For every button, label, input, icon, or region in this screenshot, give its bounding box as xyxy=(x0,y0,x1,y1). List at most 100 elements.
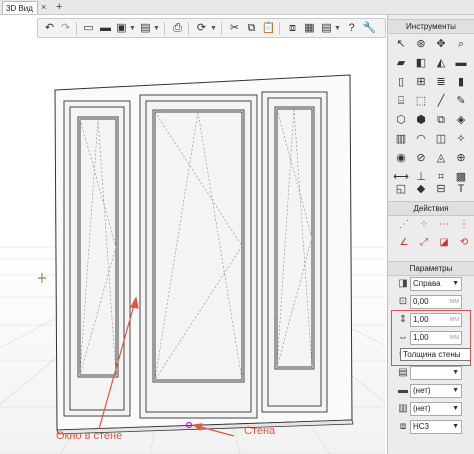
mesh-tool-icon[interactable]: ⧉ xyxy=(433,112,449,128)
copy-icon[interactable]: ⧉ xyxy=(244,21,259,36)
angle-action-icon[interactable]: ∠ xyxy=(396,235,412,251)
room-tool-icon[interactable]: ⬡ xyxy=(393,112,409,128)
curtain-tool-icon[interactable]: ▥ xyxy=(393,131,409,147)
text-tool-icon[interactable]: T xyxy=(453,181,469,197)
axis-marker xyxy=(38,273,46,283)
close-tab-icon[interactable]: × xyxy=(41,1,51,13)
actions-section-title: Действия xyxy=(388,201,474,216)
figure-tool-icon[interactable]: ◱ xyxy=(393,181,409,197)
join-action-icon[interactable]: ⁘ xyxy=(416,217,432,233)
window-left-sash xyxy=(63,100,131,417)
layer-name-icon: ⧈ xyxy=(399,421,407,432)
split-action-icon[interactable]: ⋰ xyxy=(396,217,412,233)
save-as-icon[interactable]: ▤ xyxy=(138,21,153,36)
annotation-window-label: Окно в стене xyxy=(56,430,123,442)
orbit-tool-icon[interactable]: ⊛ xyxy=(413,36,429,52)
new-file-icon[interactable]: ▭ xyxy=(81,21,96,36)
help-icon[interactable]: ? xyxy=(344,21,359,36)
line-tool-icon[interactable]: ╱ xyxy=(433,93,449,109)
layer-name-value: НС3 xyxy=(413,422,430,431)
toolbar-separator xyxy=(164,22,165,35)
settings-wrench-icon[interactable]: 🔧 xyxy=(362,21,377,36)
offset-value: 0,00 xyxy=(413,297,429,306)
mirror-action-icon[interactable]: ◪ xyxy=(436,235,452,251)
zoom-tool-icon[interactable]: ⌕ xyxy=(453,36,469,52)
rotate-action-icon[interactable]: ⟲ xyxy=(456,235,472,251)
detail-tool-icon[interactable]: ⊕ xyxy=(453,150,469,166)
chevron-down-icon: ▼ xyxy=(452,423,459,430)
skylight-tool-icon[interactable]: ◫ xyxy=(433,131,449,147)
elevation-tool-icon[interactable]: ◬ xyxy=(433,150,449,166)
toolbar-separator xyxy=(188,22,189,35)
right-panel: Инструменты ↖ ⊛ ✥ ⌕ ▰ ◧ ◭ ▬ ▯ ⊞ ≣ ▮ ⌸ ⬚ … xyxy=(387,15,474,454)
redo-icon[interactable]: ↷ xyxy=(58,21,73,36)
pencil-tool-icon[interactable]: ✎ xyxy=(453,93,469,109)
layer-name-select[interactable]: НС3 ▼ xyxy=(410,420,462,434)
offset-unit: мм xyxy=(449,298,459,305)
side-icon: ◨ xyxy=(398,278,408,289)
tab-3d-view-label: 3D Вид xyxy=(6,4,33,13)
fill-icon: ▥ xyxy=(398,403,408,414)
beam-tool-icon[interactable]: ▬ xyxy=(453,55,469,71)
save-dropdown-icon[interactable]: ▼ xyxy=(129,21,136,36)
chevron-down-icon: ▼ xyxy=(452,387,459,394)
camera-tool-icon[interactable]: ◉ xyxy=(393,150,409,166)
toolbar-separator xyxy=(279,22,280,35)
add-tab-icon[interactable]: + xyxy=(56,0,68,14)
slab-tool-icon[interactable]: ◧ xyxy=(413,55,429,71)
layer-value-field[interactable]: ▼ xyxy=(410,366,462,380)
fill-select[interactable]: (нет) ▼ xyxy=(410,402,462,416)
undo-icon[interactable]: ↶ xyxy=(42,21,57,36)
rotate-view-icon[interactable]: ⟳ xyxy=(194,21,209,36)
window-right-sash xyxy=(261,91,328,413)
library-icon[interactable]: ▤ xyxy=(319,21,334,36)
column-tool-icon[interactable]: ▮ xyxy=(453,74,469,90)
paste-icon[interactable]: 📋 xyxy=(261,21,276,36)
offset-action-icon[interactable]: ⋯ xyxy=(436,217,452,233)
save-icon[interactable]: ▣ xyxy=(114,21,129,36)
library-dropdown-icon[interactable]: ▼ xyxy=(334,21,341,36)
scene-canvas xyxy=(0,74,385,454)
offset-icon: ⊡ xyxy=(398,296,408,307)
side-select[interactable]: Справа ▼ xyxy=(410,277,462,291)
pan-tool-icon[interactable]: ✥ xyxy=(433,36,449,52)
pen-select-value: (нет) xyxy=(413,386,431,395)
window-tool-icon[interactable]: ⊞ xyxy=(413,74,429,90)
annotation-wall-label: Стена xyxy=(244,425,276,437)
cut-icon[interactable]: ✂ xyxy=(227,21,242,36)
properties-icon[interactable]: ▦ xyxy=(302,21,317,36)
pen-select[interactable]: (нет) ▼ xyxy=(410,384,462,398)
chevron-down-icon: ▼ xyxy=(452,369,459,376)
chevron-down-icon: ▼ xyxy=(452,280,459,287)
wall-tool-icon[interactable]: ▰ xyxy=(393,55,409,71)
open-folder-icon[interactable]: ▬ xyxy=(98,21,113,36)
section-tool-icon[interactable]: ⊘ xyxy=(413,150,429,166)
lamp-tool-icon[interactable]: ✧ xyxy=(453,131,469,147)
zone-tool-icon[interactable]: ⬢ xyxy=(413,112,429,128)
toolbar-separator xyxy=(221,22,222,35)
tab-3d-view[interactable]: 3D Вид xyxy=(2,1,38,14)
morph-tool-icon[interactable]: ◈ xyxy=(453,112,469,128)
rotate-dropdown-icon[interactable]: ▼ xyxy=(210,21,217,36)
select-cursor-icon[interactable]: ↖ xyxy=(393,36,409,52)
shell-tool-icon[interactable]: ◠ xyxy=(413,131,429,147)
door-tool-icon[interactable]: ▯ xyxy=(393,74,409,90)
grid-tool-icon[interactable]: ⊟ xyxy=(433,181,449,197)
print-icon[interactable]: ⎙ xyxy=(170,21,185,36)
params-section-title: Параметры xyxy=(388,261,474,276)
trim-action-icon[interactable]: ⋮ xyxy=(456,217,472,233)
main-toolbar: ↶ ↷ ▭ ▬ ▣ ▼ ▤ ▼ ⎙ ⟳ ▼ ✂ ⧉ 📋 ⧈ ▦ ▤ ▼ ? 🔧 xyxy=(37,18,386,38)
window-middle-sash xyxy=(139,94,258,419)
side-select-value: Справа xyxy=(413,279,441,288)
roof-tool-icon[interactable]: ◭ xyxy=(433,55,449,71)
stair-tool-icon[interactable]: ≣ xyxy=(433,74,449,90)
railing-tool-icon[interactable]: ⌸ xyxy=(393,93,409,109)
offset-field[interactable]: 0,00 мм xyxy=(410,295,462,309)
layers-icon[interactable]: ⧈ xyxy=(285,21,300,36)
object-tool-icon[interactable]: ⬚ xyxy=(413,93,429,109)
stretch-action-icon[interactable]: ⤢ xyxy=(416,235,432,251)
layer-icon: ▤ xyxy=(398,367,408,378)
3d-viewport[interactable]: Окно в стене Стена xyxy=(0,15,385,454)
marker-tool-icon[interactable]: ◆ xyxy=(413,181,429,197)
save-as-dropdown-icon[interactable]: ▼ xyxy=(153,21,160,36)
